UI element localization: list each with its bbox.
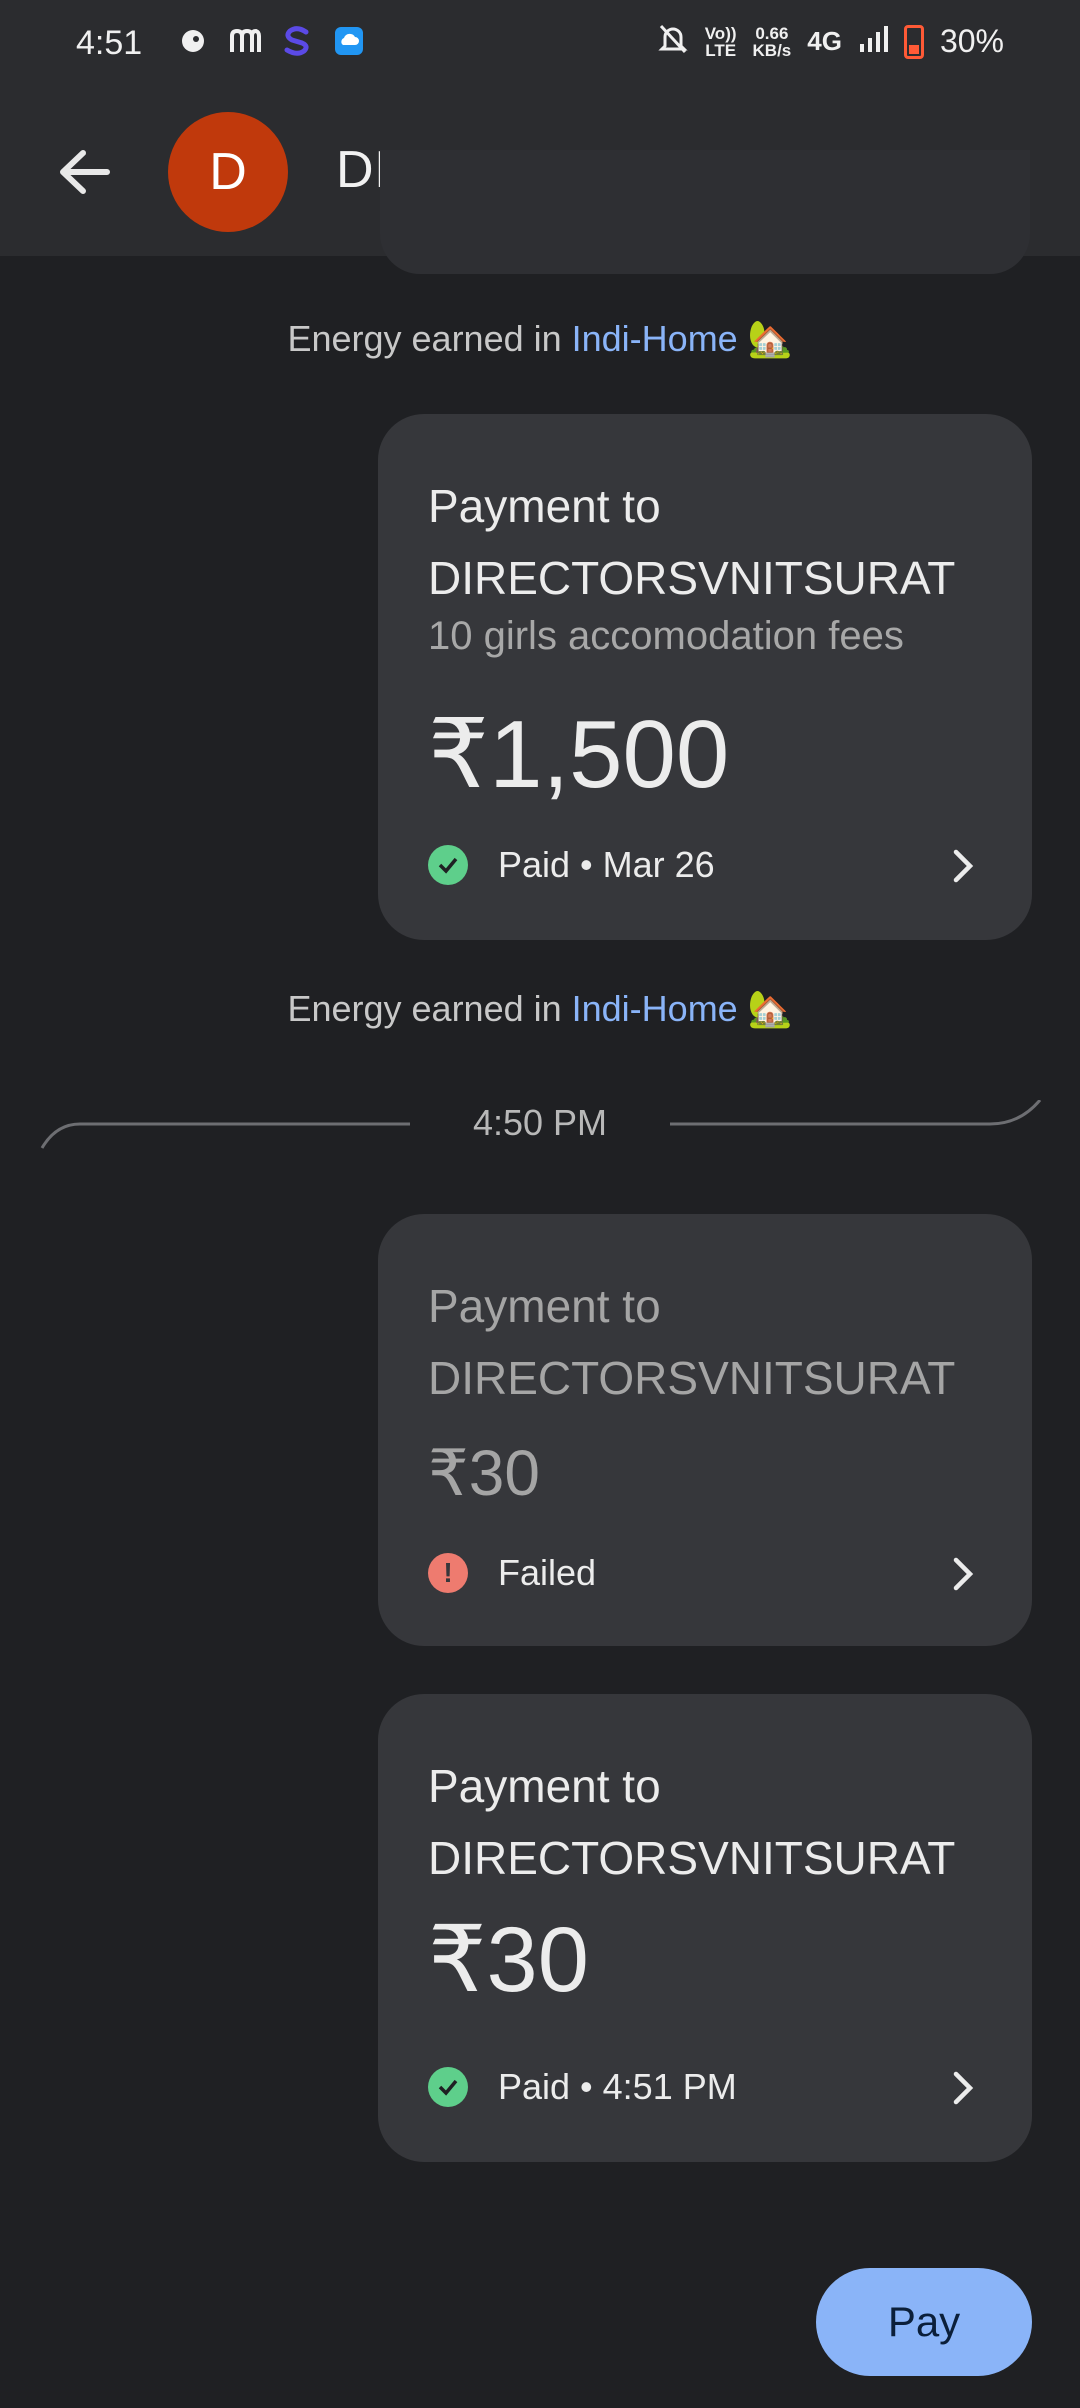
partial-payment-card[interactable] [380, 150, 1030, 274]
payment-card[interactable]: Payment to DIRECTORSVNITSURAT 10 girls a… [378, 414, 1032, 940]
indi-home-link[interactable]: Indi-Home [572, 988, 738, 1029]
volte-bottom-text: LTE [705, 40, 737, 60]
payment-title-line2: DIRECTORSVNITSURAT [428, 1352, 956, 1404]
mute-icon [657, 22, 689, 61]
payment-title-line1: Payment to [428, 1280, 661, 1332]
payment-amount: ₹30 [428, 1909, 589, 2011]
payment-amount: ₹1,500 [428, 701, 730, 808]
status-time: 4:51 [76, 24, 143, 62]
game-notification-icon [176, 24, 210, 58]
payment-title: Payment to DIRECTORSVNITSURAT [428, 1750, 955, 1894]
status-bar: 4:51 Vo)) LTE 0.66 KB/s 4G 30% [0, 0, 1080, 90]
arrow-back-icon [60, 150, 110, 194]
m-app-notification-icon [228, 24, 262, 58]
system-indicators: Vo)) LTE 0.66 KB/s 4G 30% [657, 22, 1004, 61]
energy-earned-note: Energy earned in Indi-Home 🏡 [0, 988, 1080, 1030]
signal-icon [858, 24, 888, 59]
s-app-notification-icon [280, 24, 314, 58]
payment-status: ! Failed [428, 1552, 596, 1594]
error-icon: ! [428, 1553, 468, 1593]
house-icon: 🏡 [747, 318, 793, 359]
speed-value: 0.66 [755, 23, 789, 43]
network-type: 4G [807, 26, 842, 56]
battery-level: 30% [939, 23, 1004, 59]
volte-indicator: Vo)) LTE [705, 25, 737, 59]
payment-note: 10 girls accomodation fees [428, 614, 904, 658]
energy-text: Energy earned in [287, 318, 572, 359]
chevron-right-icon [953, 1557, 974, 1591]
volte-top-text: Vo)) [704, 23, 737, 43]
chevron-right-icon [953, 849, 974, 883]
indi-home-link[interactable]: Indi-Home [572, 318, 738, 359]
energy-earned-note: Energy earned in Indi-Home 🏡 [0, 318, 1080, 360]
avatar[interactable]: D [168, 112, 288, 232]
payment-status: Paid • Mar 26 [428, 844, 715, 886]
payment-card-failed[interactable]: Payment to DIRECTORSVNITSURAT ₹30 ! Fail… [378, 1214, 1032, 1646]
payment-status-text: Failed [498, 1552, 597, 1593]
energy-text: Energy earned in [287, 988, 572, 1029]
house-icon: 🏡 [747, 988, 793, 1029]
payment-title-line1: Payment to [428, 480, 661, 532]
pay-button[interactable]: Pay [816, 2268, 1032, 2376]
network-speed: 0.66 KB/s [753, 25, 792, 59]
check-circle-icon [428, 2067, 468, 2107]
payment-amount: ₹30 [428, 1437, 540, 1509]
payment-title-line2: DIRECTORSVNITSURAT [428, 1832, 956, 1884]
back-button[interactable] [44, 132, 124, 212]
time-divider-label: 4:50 PM [472, 1102, 608, 1143]
cloud-upload-icon [332, 24, 366, 58]
speed-unit: KB/s [752, 40, 792, 60]
payment-status-text: Paid • Mar 26 [498, 844, 715, 885]
notification-icons [176, 24, 366, 58]
payment-title: Payment to DIRECTORSVNITSURAT [428, 1270, 955, 1414]
payment-card[interactable]: Payment to DIRECTORSVNITSURAT ₹30 Paid •… [378, 1694, 1032, 2162]
chevron-right-icon [953, 2071, 974, 2105]
payment-title-line1: Payment to [428, 1760, 661, 1812]
payment-status-text: Paid • 4:51 PM [498, 2066, 737, 2107]
payment-title: Payment to DIRECTORSVNITSURAT [428, 470, 955, 614]
payment-title-line2: DIRECTORSVNITSURAT [428, 552, 956, 604]
check-circle-icon [428, 845, 468, 885]
payment-status: Paid • 4:51 PM [428, 2066, 737, 2108]
battery-icon [903, 24, 924, 59]
